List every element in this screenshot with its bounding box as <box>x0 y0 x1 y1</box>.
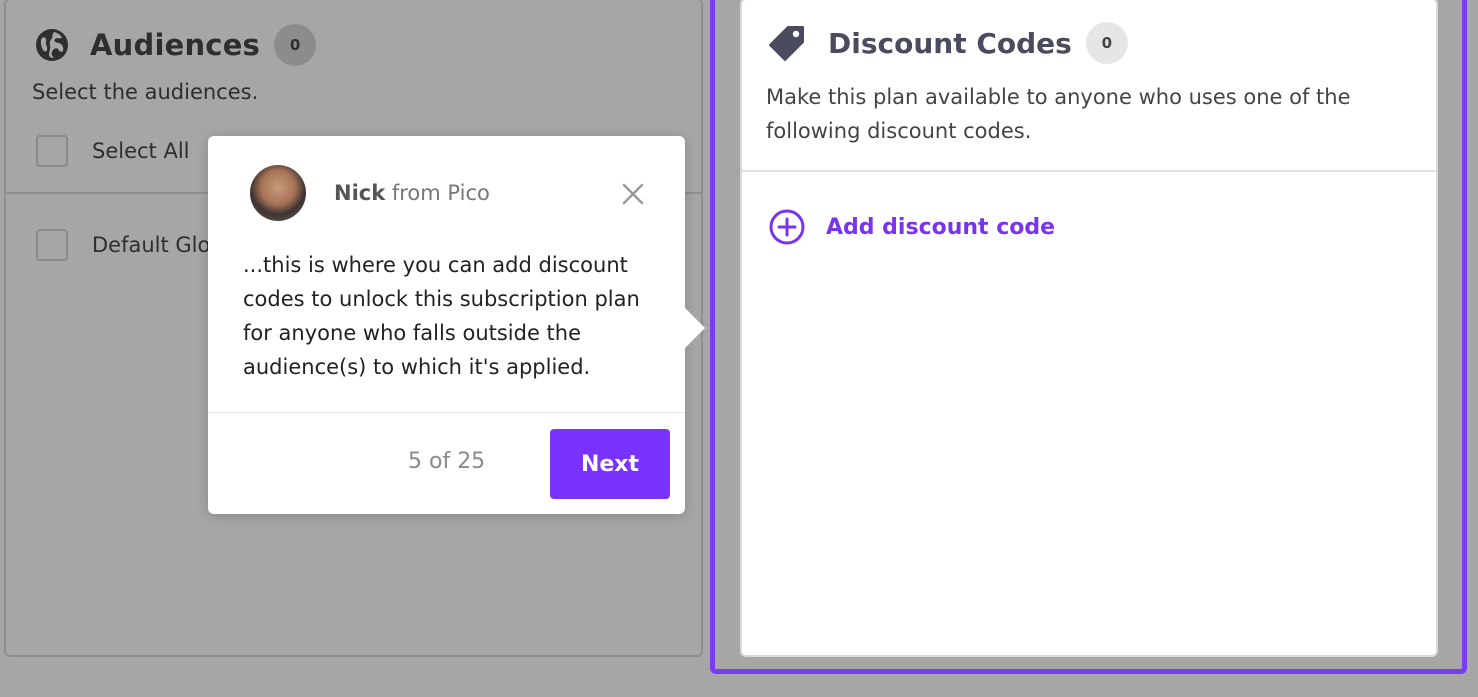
tour-author-name: Nick <box>334 181 386 205</box>
next-button[interactable]: Next <box>550 429 670 499</box>
audiences-count-badge: 0 <box>274 24 317 66</box>
tour-author-text: Nick from Pico <box>334 181 490 205</box>
audience-item-row[interactable]: Default Glob <box>36 229 224 261</box>
add-discount-code-button[interactable]: Add discount code <box>768 208 1055 246</box>
tour-pointer-arrow <box>685 308 705 348</box>
tour-author-suffix: from Pico <box>385 181 490 205</box>
select-all-label: Select All <box>92 139 190 163</box>
discount-codes-count-badge: 0 <box>1085 22 1128 64</box>
discount-codes-divider <box>742 170 1436 172</box>
tour-progress: 5 of 25 <box>408 449 486 474</box>
avatar <box>250 165 306 221</box>
tour-popup: Nick from Pico ...this is where you can … <box>208 136 705 514</box>
tour-message: ...this is where you can add discount co… <box>243 253 640 379</box>
tour-divider <box>208 412 685 413</box>
audiences-title: Audiences <box>90 28 261 62</box>
tour-author: Nick from Pico <box>250 165 490 221</box>
add-discount-code-label: Add discount code <box>826 214 1056 240</box>
audience-item-checkbox[interactable] <box>36 229 68 261</box>
close-icon[interactable] <box>621 182 645 206</box>
plus-circle-icon <box>769 209 805 245</box>
discount-codes-panel: Discount Codes 0 Make this plan availabl… <box>740 0 1438 657</box>
select-all-row[interactable]: Select All <box>36 135 190 167</box>
discount-codes-description: Make this plan available to anyone who u… <box>766 85 1351 143</box>
globe-icon <box>36 29 68 61</box>
select-all-checkbox[interactable] <box>36 135 68 167</box>
audiences-description: Select the audiences. <box>32 80 259 104</box>
audiences-header: Audiences 0 <box>34 24 317 66</box>
discount-codes-header: Discount Codes 0 <box>768 22 1128 64</box>
audience-item-label: Default Glob <box>92 233 224 257</box>
tag-icon <box>769 26 804 61</box>
discount-codes-title: Discount Codes <box>828 26 1072 60</box>
